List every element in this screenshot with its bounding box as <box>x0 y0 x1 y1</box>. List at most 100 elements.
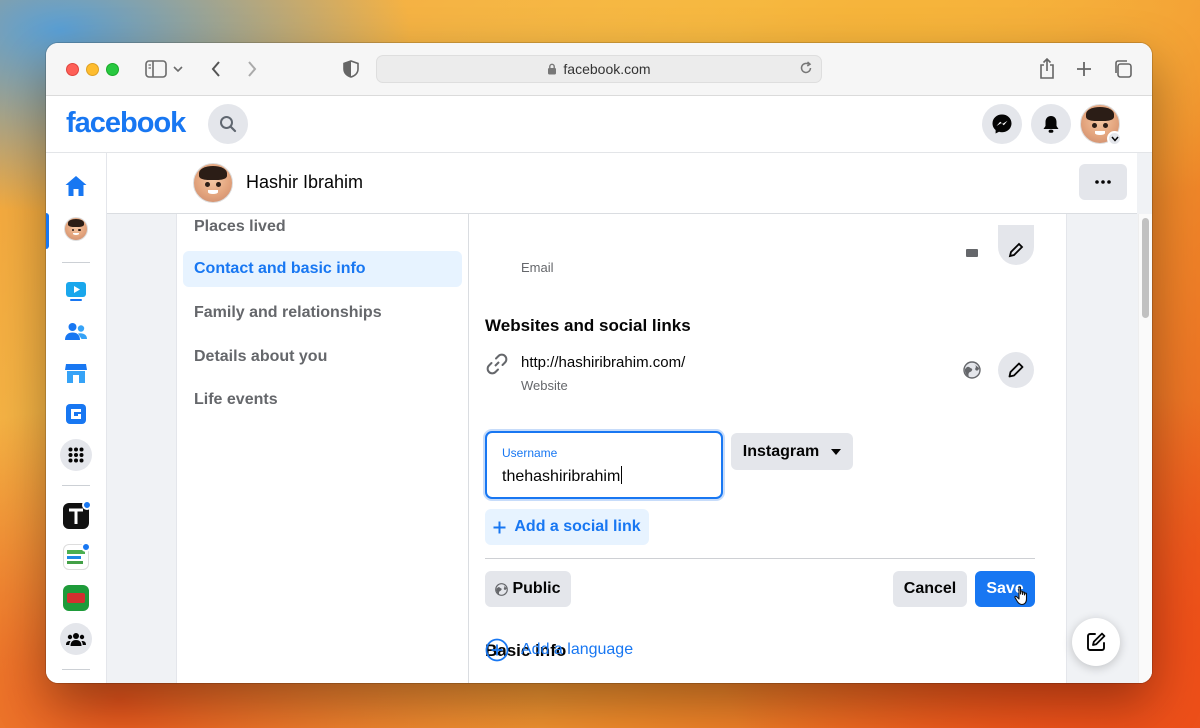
rail-divider <box>62 669 90 670</box>
page-scrollbar[interactable] <box>1138 214 1152 683</box>
share-icon <box>1040 58 1054 79</box>
search-icon <box>220 116 237 133</box>
notifications-button[interactable] <box>1031 104 1071 144</box>
about-nav-life-events[interactable]: Life events <box>183 382 462 418</box>
add-social-link-button[interactable]: Add a social link <box>485 509 649 545</box>
cancel-button[interactable]: Cancel <box>893 571 967 607</box>
username-input[interactable]: Username thehashiribrahim <box>485 431 723 499</box>
new-tab-button[interactable] <box>1074 57 1094 81</box>
rail-shortcut-1[interactable] <box>60 500 92 532</box>
rail-marketplace[interactable] <box>60 357 92 389</box>
rail-divider <box>62 485 90 486</box>
shield-icon <box>343 60 359 78</box>
new-message-button[interactable] <box>1072 618 1120 666</box>
compose-icon <box>1087 632 1106 651</box>
store-icon <box>65 364 87 383</box>
rail-divider <box>62 262 90 263</box>
rail-home[interactable] <box>60 170 92 202</box>
audience-selector-button[interactable]: Public <box>485 571 571 607</box>
plus-icon <box>1077 62 1091 76</box>
globe-icon[interactable] <box>963 361 981 384</box>
share-button[interactable] <box>1036 57 1058 81</box>
rail-groups[interactable] <box>60 623 92 655</box>
pointer-cursor-icon <box>1014 586 1030 611</box>
sidebar-toggle-button[interactable] <box>144 57 184 81</box>
about-nav-family-relationships[interactable]: Family and relationships <box>183 295 462 331</box>
more-horizontal-icon <box>1095 180 1111 184</box>
website-url[interactable]: http://hashiribrahim.com/ <box>521 354 685 371</box>
divider <box>485 558 1035 559</box>
profile-sticky-bar: Hashir Ibrahim <box>107 153 1137 214</box>
rail-menu[interactable] <box>60 439 92 471</box>
left-nav-rail <box>46 153 107 683</box>
plus-icon <box>493 521 506 533</box>
email-label: Email <box>521 260 554 275</box>
chevron-left-icon <box>211 61 220 77</box>
rail-shortcut-3[interactable] <box>60 582 92 614</box>
group-icon <box>63 542 91 570</box>
privacy-shield-button[interactable] <box>341 57 361 81</box>
social-network-value: Instagram <box>742 442 820 460</box>
friends-icon <box>65 323 87 340</box>
edit-website-button[interactable] <box>998 352 1034 388</box>
reload-icon[interactable] <box>799 61 813 75</box>
social-network-select[interactable]: Instagram <box>731 433 853 470</box>
home-icon <box>65 176 87 196</box>
url-text: facebook.com <box>563 61 651 77</box>
about-nav: Places lived Contact and basic info Fami… <box>177 193 469 683</box>
facebook-header: facebook <box>46 96 1152 153</box>
browser-window: facebook.com facebook Hashir Ibrahim Pla… <box>46 43 1152 683</box>
grid-icon <box>68 447 84 463</box>
chevron-right-icon <box>248 61 257 77</box>
audience-label: Public <box>512 580 561 597</box>
rail-profile[interactable] <box>60 213 92 245</box>
forward-button[interactable] <box>242 57 262 81</box>
profile-name[interactable]: Hashir Ibrahim <box>246 172 363 193</box>
search-button[interactable] <box>208 104 248 144</box>
bell-icon <box>1043 116 1059 133</box>
about-nav-places-lived[interactable]: Places lived <box>183 209 462 245</box>
rail-friends[interactable] <box>60 316 92 348</box>
group-icon <box>63 500 92 529</box>
about-nav-details-about-you[interactable]: Details about you <box>183 339 462 375</box>
privacy-icon <box>966 249 978 257</box>
add-language-link[interactable]: Add a language <box>521 641 633 659</box>
more-options-button[interactable] <box>1079 164 1127 200</box>
address-bar[interactable]: facebook.com <box>376 55 822 83</box>
username-value: thehashiribrahim <box>502 468 621 485</box>
groups-icon <box>66 633 86 646</box>
caret-down-icon <box>831 448 842 455</box>
scrollbar-thumb[interactable] <box>1142 218 1149 318</box>
messenger-button[interactable] <box>982 104 1022 144</box>
avatar <box>64 217 88 241</box>
account-menu-button[interactable] <box>1080 104 1122 146</box>
minimize-window-button[interactable] <box>86 63 99 76</box>
zoom-window-button[interactable] <box>106 63 119 76</box>
browser-toolbar: facebook.com <box>46 43 1152 96</box>
add-social-link-label: Add a social link <box>514 518 641 535</box>
add-language-plus-icon[interactable] <box>485 638 509 667</box>
tabs-icon <box>1115 60 1132 78</box>
avatar <box>193 163 233 203</box>
about-nav-contact-basic-info[interactable]: Contact and basic info <box>183 251 462 287</box>
rail-gaming[interactable] <box>60 398 92 430</box>
chevron-down-icon <box>1107 131 1122 146</box>
facebook-logo[interactable]: facebook <box>66 107 186 140</box>
tab-overview-button[interactable] <box>1112 57 1134 81</box>
rail-shortcut-2[interactable] <box>60 541 92 573</box>
sidebar-icon <box>145 60 167 78</box>
pencil-icon <box>1008 362 1024 378</box>
group-icon <box>63 585 89 611</box>
rail-watch[interactable] <box>60 275 92 307</box>
username-field-label: Username <box>502 446 558 460</box>
profile-avatar[interactable] <box>193 163 233 203</box>
back-button[interactable] <box>206 57 226 81</box>
close-window-button[interactable] <box>66 63 79 76</box>
lock-icon <box>547 63 557 75</box>
globe-icon <box>495 582 509 596</box>
edit-email-button[interactable] <box>998 225 1034 265</box>
link-icon <box>485 352 509 381</box>
pencil-icon <box>1008 242 1024 258</box>
video-icon <box>66 282 86 301</box>
contact-detail-pane: Email Websites and social links http://h… <box>468 153 1067 683</box>
